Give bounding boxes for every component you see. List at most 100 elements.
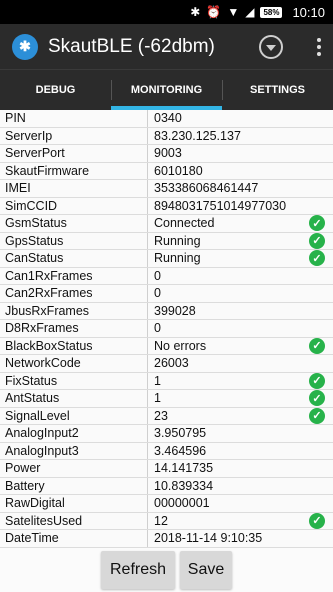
row-value: 0 [154,286,161,301]
row-value: 6010180 [154,163,203,178]
check-icon: ✓ [309,390,325,407]
bluetooth-icon: ✱ [190,5,201,19]
table-row: AnalogInput33.464596✓ [0,442,333,460]
row-value: 1 [154,373,161,388]
row-value: 0340 [154,111,182,126]
table-row: IMEI353386068461447✓ [0,180,333,198]
row-value: 26003 [154,356,189,371]
signal-icon: ◢ [245,5,255,19]
row-value: No errors [154,338,207,353]
table-row: JbusRxFrames399028✓ [0,302,333,320]
row-key: AntStatus [0,390,148,407]
table-row: SkautFirmware6010180✓ [0,162,333,180]
row-value: 83.230.125.137 [154,128,241,143]
row-value: Connected [154,216,215,231]
row-key: D8RxFrames [0,320,148,337]
table-row: SimCCID8948031751014977030✓ [0,197,333,215]
row-value: Running [154,251,201,266]
tab-debug[interactable]: DEBUG [0,70,111,110]
row-key: SimCCID [0,197,148,214]
wifi-icon: ▼ [227,5,240,19]
row-key: JbusRxFrames [0,302,148,319]
table-row: Can2RxFrames0✓ [0,285,333,303]
row-value: 12 [154,513,168,528]
row-key: Battery [0,477,148,494]
row-key: IMEI [0,180,148,197]
row-key: BlackBoxStatus [0,337,148,354]
check-icon: ✓ [309,250,325,267]
table-row: GsmStatus Connected ✓ [0,215,333,233]
check-icon: ✓ [309,215,325,232]
table-row: Power14.141735✓ [0,460,333,478]
table-row: GpsStatus Running ✓ [0,232,333,250]
row-key: Power [0,460,148,477]
battery-icon: 58% [260,6,283,18]
row-value: 3.950795 [154,426,207,441]
action-bar: Refresh Save [0,548,333,592]
table-row: SignalLevel 23 ✓ [0,407,333,425]
table-row: AnalogInput23.950795✓ [0,425,333,443]
row-key: FixStatus [0,372,148,389]
dot-icon [317,51,321,56]
check-icon: ✓ [309,232,325,249]
check-icon: ✓ [309,407,325,424]
tab-bar: DEBUG MONITORING SETTINGS [0,69,333,110]
dot-icon [317,44,321,49]
row-key: NetworkCode [0,355,148,372]
row-value: 399028 [154,303,196,318]
row-value: 9003 [154,146,182,161]
app-bar: ✱ SkautBLE (-62dbm) [0,24,333,69]
bluetooth-icon: ✱ [12,33,38,60]
table-row: FixStatus 1 ✓ [0,372,333,390]
tab-monitoring[interactable]: MONITORING [111,70,222,110]
row-key: DateTime [0,530,148,547]
row-value: 353386068461447 [154,181,259,196]
save-button[interactable]: Save [180,551,232,589]
row-value: 14.141735 [154,461,214,476]
check-icon: ✓ [309,512,325,529]
row-value: 0 [154,321,161,336]
row-key: Can1RxFrames [0,267,148,284]
table-row: SatelitesUsed 12 ✓ [0,512,333,530]
status-bar: ✱ ⏰ ▼ ◢ 58% 10:10 [0,0,333,24]
table-row: NetworkCode26003✓ [0,355,333,373]
app-title: SkautBLE (-62dbm) [48,35,215,57]
row-value: 3.464596 [154,443,207,458]
check-icon: ✓ [309,337,325,354]
row-key: CanStatus [0,250,148,267]
table-row: ServerPort9003✓ [0,145,333,163]
row-key: RawDigital [0,495,148,512]
table-row: CanStatus Running ✓ [0,250,333,268]
row-value: Running [154,233,201,248]
row-key: ServerIp [0,127,148,144]
table-row: Battery10.839334✓ [0,477,333,495]
row-value: 00000001 [154,496,210,511]
row-value: 0 [154,268,161,283]
overflow-menu-button[interactable] [313,34,325,60]
monitoring-table: PIN 0340 ✓ ServerIp 83.230.125.137 ✓ ServerPor… [0,110,333,548]
row-key: ServerPort [0,145,148,162]
tab-settings[interactable]: SETTINGS [222,70,333,110]
row-key: SkautFirmware [0,162,148,179]
table-row: BlackBoxStatus No errors ✓ [0,337,333,355]
table-row: Can1RxFrames0✓ [0,267,333,285]
row-key: Can2RxFrames [0,285,148,302]
row-value: 2018-11-14 9:10:35 [154,531,263,546]
row-value: 1 [154,391,161,406]
row-value: 10.839334 [154,478,214,493]
row-key: PIN [0,110,148,127]
device-dropdown-button[interactable] [259,34,283,59]
table-row: RawDigital00000001✓ [0,495,333,513]
row-key: GsmStatus [0,215,148,232]
status-time: 10:10 [292,4,325,20]
row-key: SignalLevel [0,407,148,424]
row-key: AnalogInput3 [0,442,148,459]
row-key: GpsStatus [0,232,148,249]
row-value: 8948031751014977030 [154,198,287,213]
table-row: PIN0340✓ [0,110,333,128]
refresh-button[interactable]: Refresh [101,551,175,589]
row-key: SatelitesUsed [0,512,148,529]
check-icon: ✓ [309,372,325,389]
table-row: D8RxFrames0✓ [0,320,333,338]
dot-icon [317,37,321,42]
